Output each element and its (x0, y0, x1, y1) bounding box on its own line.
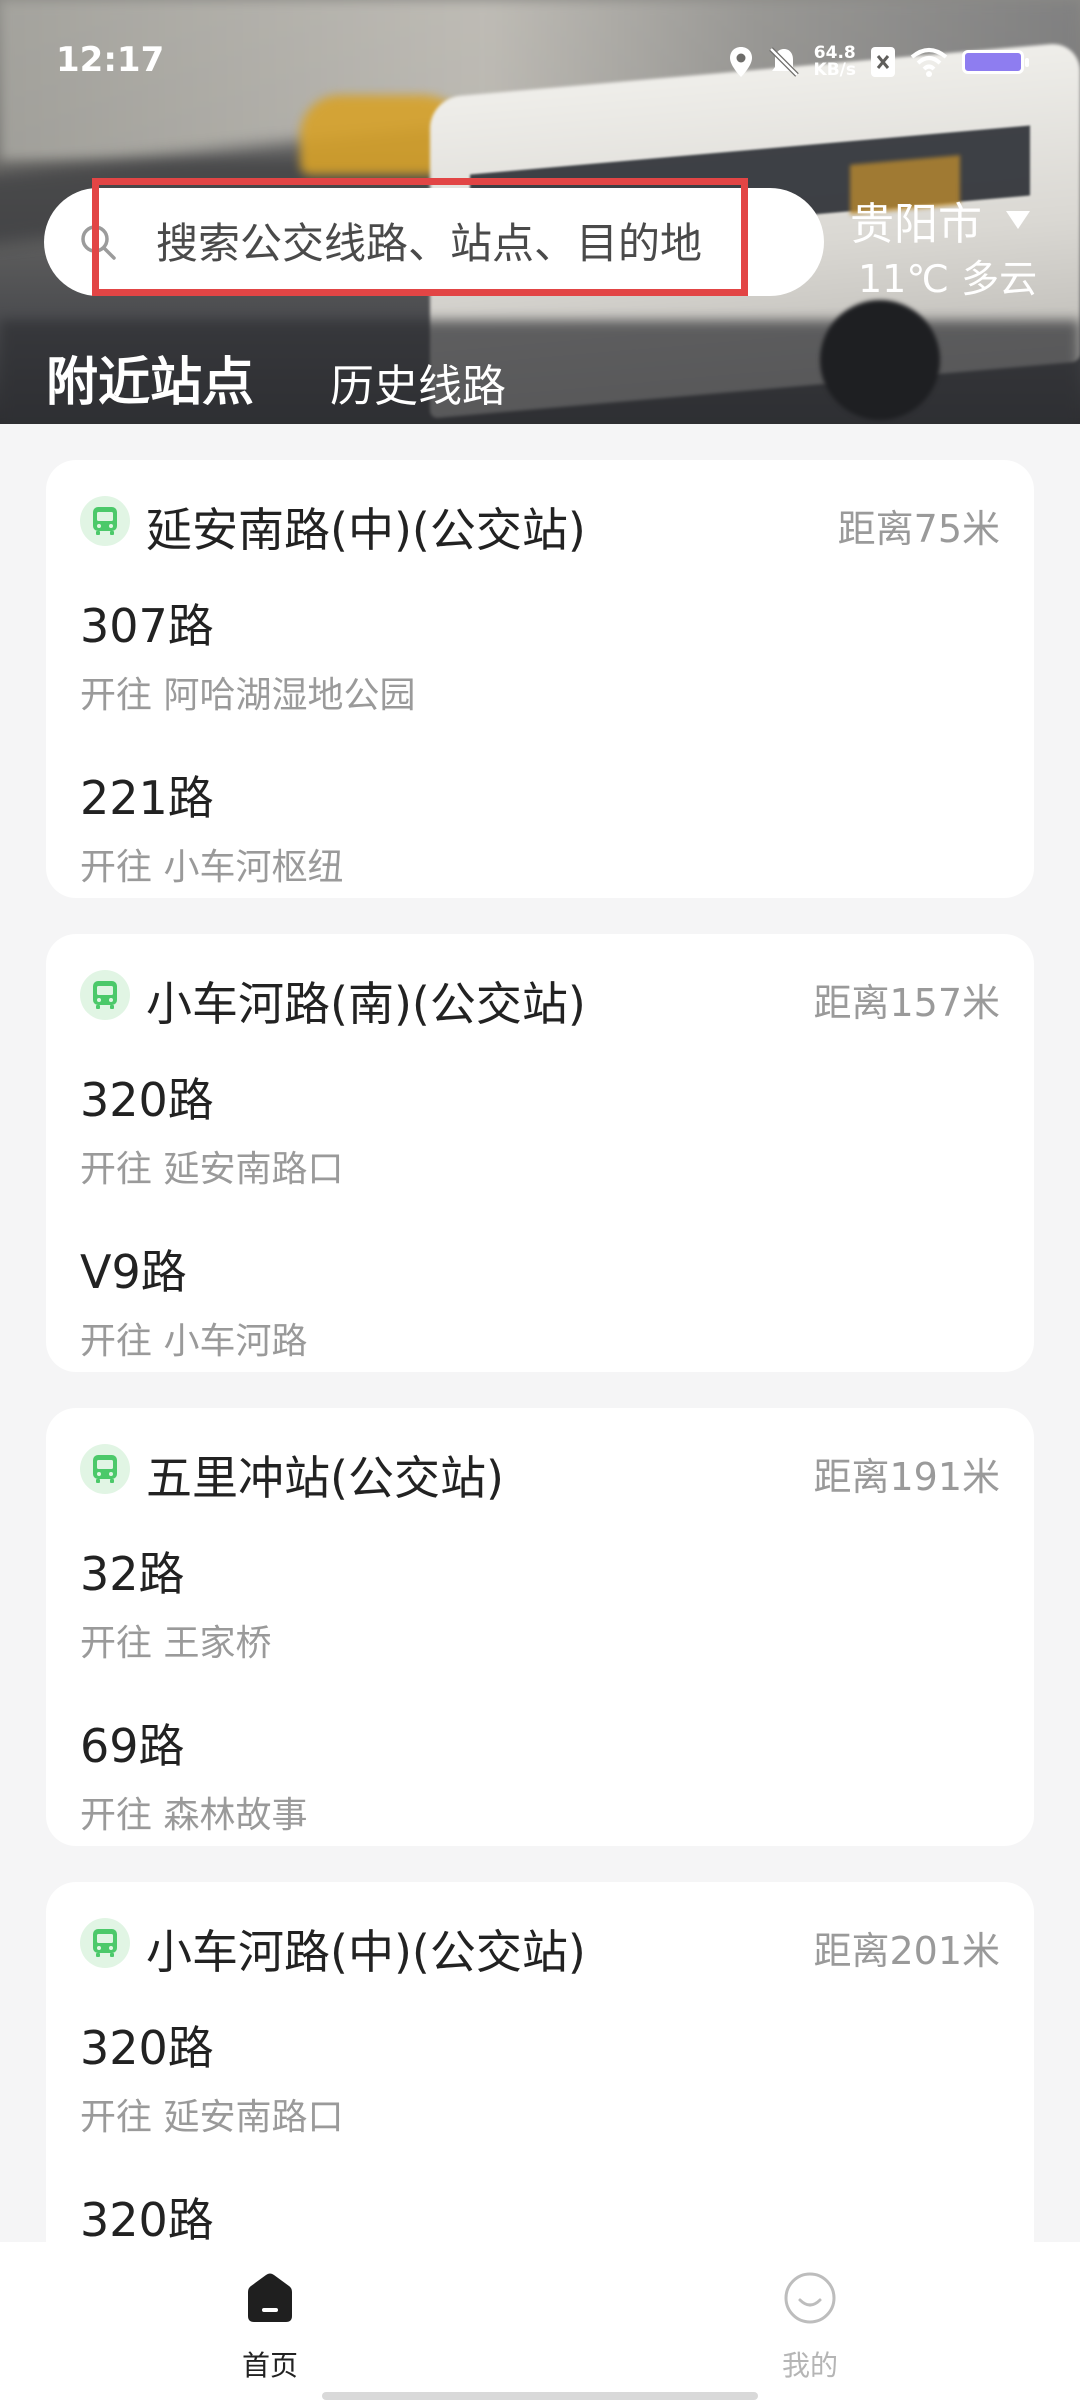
weather-info: 11℃ 多云 (858, 257, 1038, 301)
wifi-icon (910, 48, 948, 77)
route-name: 320路 (80, 1073, 214, 1127)
route-name: V9路 (80, 1245, 187, 1299)
route-destination: 开往 阿哈湖湿地公园 (80, 675, 416, 716)
station-name: 小车河路(中)(公交站) (146, 1925, 586, 1979)
station-distance: 距离75米 (837, 507, 1000, 551)
route-item[interactable]: V9路 开往 小车河路 (80, 1236, 980, 1364)
route-item[interactable]: 69路 开往 森林故事 (80, 1710, 980, 1838)
app-screen: 12:17 64.8 KB/s 搜索公交线路、站点、目的地 贵阳市 11℃ 多云… (0, 0, 1080, 2408)
network-speed: 64.8 KB/s (814, 45, 856, 79)
station-name: 五里冲站(公交站) (146, 1451, 504, 1505)
caret-down-icon (1006, 211, 1030, 229)
route-name: 69路 (80, 1719, 185, 1773)
station-header: 五里冲站(公交站) 距离191米 (80, 1444, 1000, 1508)
station-distance: 距离201米 (813, 1929, 1000, 1973)
route-item[interactable]: 307路 开往 阿哈湖湿地公园 (80, 590, 980, 718)
route-name: 320路 (80, 2021, 214, 2075)
bottom-navigation: 首页 我的 (0, 2242, 1080, 2408)
nav-mine-label: 我的 (781, 2349, 838, 2382)
search-icon (81, 225, 116, 260)
route-destination: 开往 森林故事 (80, 1795, 308, 1836)
station-card[interactable]: 延安南路(中)(公交站) 距离75米 307路 开往 阿哈湖湿地公园 221路 … (46, 460, 1034, 898)
bus-icon (80, 496, 130, 546)
route-destination: 开往 延安南路口 (80, 1149, 344, 1190)
banner-photo-wheel (820, 300, 940, 420)
station-header: 延安南路(中)(公交站) 距离75米 (80, 496, 1000, 560)
route-name: 32路 (80, 1547, 185, 1601)
station-header: 小车河路(南)(公交站) 距离157米 (80, 970, 1000, 1034)
route-item[interactable]: 320路 开往 延安南路口 (80, 1064, 980, 1192)
battery-icon (962, 50, 1029, 74)
bus-icon (80, 970, 130, 1020)
bus-icon (80, 1918, 130, 1968)
route-destination: 开往 延安南路口 (80, 2097, 344, 2138)
location-icon (729, 47, 752, 77)
nav-home[interactable]: 首页 (190, 2270, 350, 2384)
city-name: 贵阳市 (850, 199, 982, 250)
gesture-home-indicator[interactable] (322, 2392, 758, 2400)
status-time: 12:17 (56, 40, 165, 80)
station-name: 小车河路(南)(公交站) (146, 977, 586, 1031)
route-name: 307路 (80, 599, 214, 653)
route-destination: 开往 小车河路 (80, 1321, 308, 1362)
route-name: 320路 (80, 2193, 214, 2247)
route-name: 221路 (80, 771, 214, 825)
search-bar[interactable] (44, 188, 824, 298)
tab-history-routes[interactable]: 历史线路 (330, 350, 506, 414)
station-distance: 距离157米 (813, 981, 1000, 1025)
route-item[interactable]: 221路 开往 小车河枢纽 (80, 762, 980, 890)
search-input[interactable] (154, 188, 798, 298)
station-card[interactable]: 五里冲站(公交站) 距离191米 32路 开往 王家桥 69路 开往 森林故事 (46, 1408, 1034, 1846)
status-bar: 12:17 64.8 KB/s (0, 0, 1080, 120)
nav-home-label: 首页 (241, 2349, 298, 2382)
home-icon (248, 2273, 292, 2322)
station-card[interactable]: 小车河路(南)(公交站) 距离157米 320路 开往 延安南路口 V9路 开往… (46, 934, 1034, 1372)
network-speed-unit: KB/s (813, 60, 856, 80)
mute-icon (768, 47, 799, 77)
sim-icon (871, 47, 895, 77)
route-item[interactable]: 320路 开往 延安南路口 (80, 2012, 980, 2140)
station-header: 小车河路(中)(公交站) 距离201米 (80, 1918, 1000, 1982)
tab-nearby-stations[interactable]: 附近站点 (46, 340, 254, 415)
route-destination: 开往 王家桥 (80, 1623, 272, 1664)
route-item[interactable]: 32路 开往 王家桥 (80, 1538, 980, 1666)
station-distance: 距离191米 (813, 1455, 1000, 1499)
nav-mine[interactable]: 我的 (730, 2270, 890, 2384)
status-icons: 64.8 KB/s (728, 42, 1029, 82)
city-selector[interactable]: 贵阳市 (850, 190, 1060, 250)
station-name: 延安南路(中)(公交站) (146, 503, 586, 557)
profile-smile-icon (784, 2272, 836, 2324)
bus-icon (80, 1444, 130, 1494)
route-destination: 开往 小车河枢纽 (80, 847, 344, 888)
